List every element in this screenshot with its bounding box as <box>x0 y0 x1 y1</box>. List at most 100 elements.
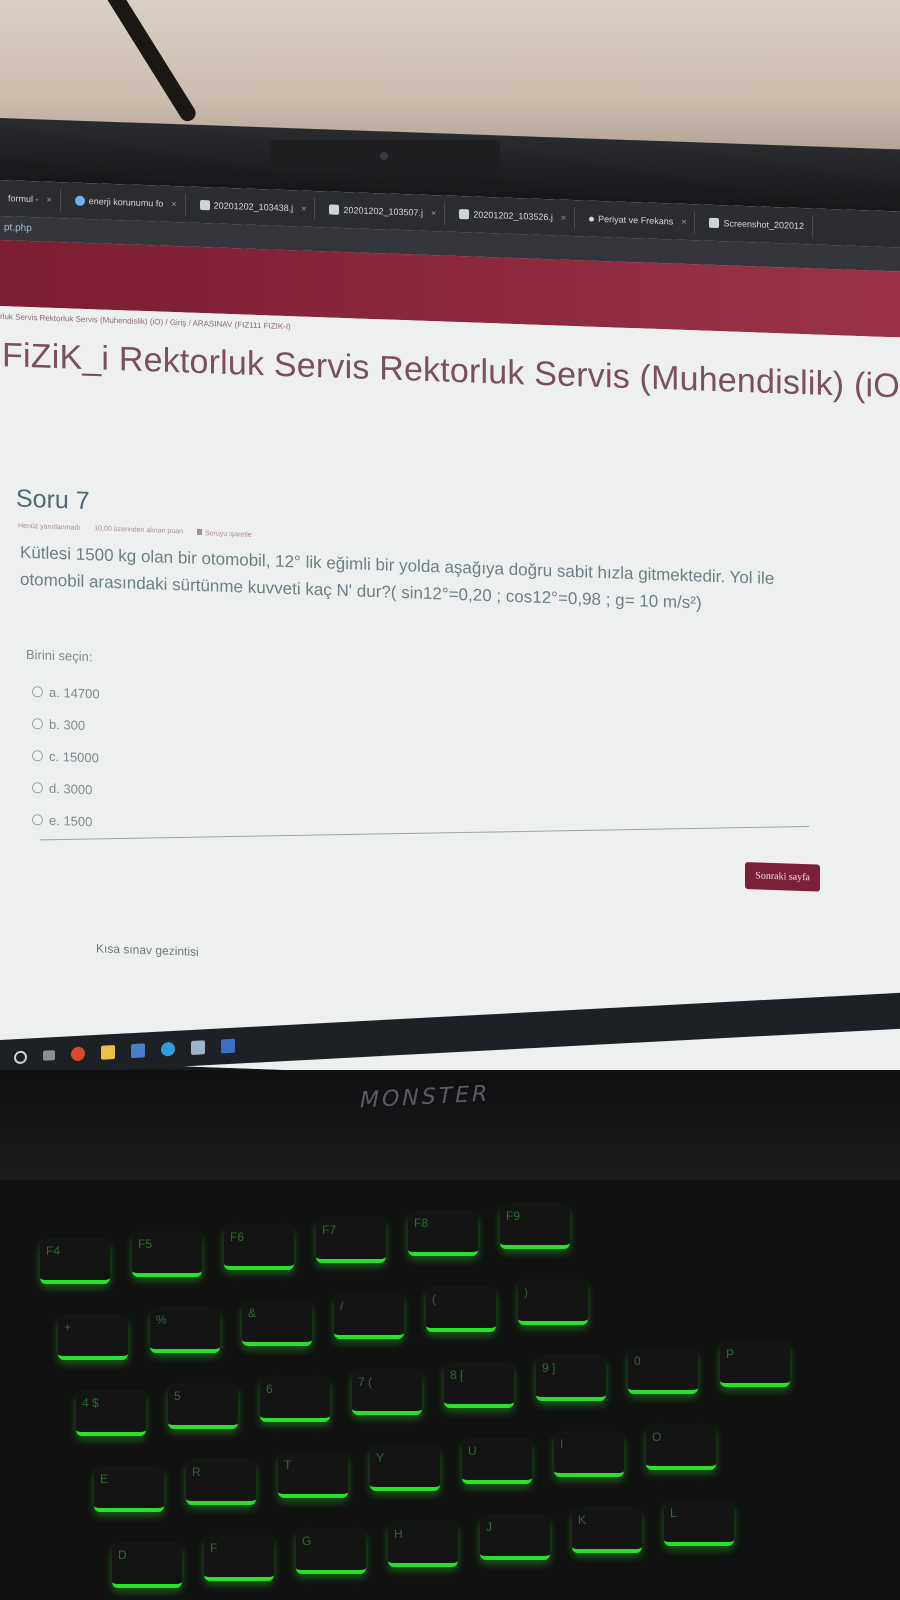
choose-one-label: Birini seçin: <box>26 646 93 665</box>
keyboard-key: ) <box>518 1281 588 1325</box>
keyboard-key: F <box>204 1537 274 1581</box>
option-label: e. 1500 <box>49 812 93 829</box>
word-icon[interactable] <box>221 1038 235 1054</box>
tab-label: enerji korunumu fo <box>88 196 164 209</box>
store-icon[interactable] <box>131 1043 145 1059</box>
divider <box>39 825 809 841</box>
radio-button[interactable] <box>32 685 43 698</box>
browser-tab[interactable]: 20201202_103438.j × <box>191 193 316 221</box>
document-icon <box>199 199 210 211</box>
search-icon[interactable] <box>14 1050 27 1064</box>
question-number: Soru 7 <box>16 484 90 516</box>
browser-tab[interactable]: 20201202_103507.j × <box>321 198 446 225</box>
tab-label: formul - <box>8 193 39 205</box>
keyboard-key: R <box>186 1461 256 1505</box>
keyboard-key: E <box>94 1468 164 1512</box>
option-label: d. 3000 <box>49 780 93 797</box>
webcam-icon <box>270 140 500 170</box>
keyboard-key: 4 $ <box>76 1392 146 1436</box>
browser-tab[interactable]: Screenshot_202012 <box>701 211 814 238</box>
document-icon <box>459 209 470 220</box>
option-label: c. 15000 <box>49 748 99 765</box>
question-points: 10,00 üzerinden alınan puan <box>94 525 184 536</box>
keyboard-key: + <box>58 1316 128 1360</box>
quiz-navigation-heading: Kısa sınav gezintisi <box>96 941 199 959</box>
keyboard-key: I <box>554 1433 624 1477</box>
keyboard-key: F5 <box>132 1233 202 1277</box>
task-view-icon[interactable] <box>43 1050 55 1061</box>
keyboard-key: G <box>296 1530 366 1574</box>
question-text: Kütlesi 1500 kg olan bir otomobil, 12° l… <box>20 542 775 613</box>
browser-tab[interactable]: 20201202_103526.j × <box>451 202 576 230</box>
keyboard-key: 9 ] <box>536 1357 606 1401</box>
keyboard-key: P <box>720 1343 790 1387</box>
close-icon[interactable]: × <box>681 217 686 227</box>
answer-option-c[interactable]: c. 15000 <box>32 739 100 773</box>
answer-options: a. 14700 b. 300 c. 15000 d. 3000 e. 1500 <box>32 675 100 837</box>
close-icon[interactable]: × <box>431 208 436 218</box>
answer-option-e[interactable]: e. 1500 <box>32 803 100 837</box>
browser-tab[interactable]: formul - × <box>0 187 61 212</box>
globe-icon <box>74 195 85 206</box>
keyboard-key: 0 <box>628 1350 698 1394</box>
keyboard-key: O <box>646 1426 716 1470</box>
radio-button[interactable] <box>32 749 43 762</box>
folder-icon[interactable] <box>101 1044 115 1060</box>
close-icon[interactable]: × <box>301 204 306 214</box>
keyboard-key: F6 <box>224 1226 294 1270</box>
tab-label: Screenshot_202012 <box>723 218 805 232</box>
flag-icon <box>197 528 203 536</box>
laptop-screen: formul - × enerji korunumu fo × 20201202_… <box>0 180 900 1092</box>
radio-button[interactable] <box>32 717 43 730</box>
tab-label: 20201202_103507.j <box>343 204 424 218</box>
backlit-keyboard: F4 F5 F6 F7 F8 F9 +% & / () 4 $ 5 6 7 (8 [9 ] 0 P E R T Y U I… <box>0 1180 900 1600</box>
close-icon[interactable]: × <box>171 199 176 209</box>
keyboard-key: 7 ( <box>352 1371 422 1415</box>
tab-label: 20201202_103438.j <box>213 200 294 214</box>
radio-button[interactable] <box>32 813 43 826</box>
tab-label: 20201202_103526.j <box>473 209 553 223</box>
keyboard-key: 6 <box>260 1378 330 1422</box>
mail-icon[interactable] <box>191 1040 205 1055</box>
question-status: Henüz yanıtlanmadı <box>18 522 81 532</box>
browser-tab[interactable]: Periyat ve Frekans × <box>581 207 696 234</box>
keyboard-key: H <box>388 1523 458 1567</box>
flag-question-link[interactable]: Soruyu işaretle <box>197 528 252 539</box>
page-content: rluk Servis Rektorluk Servis (Muhendisli… <box>0 306 900 1092</box>
keyboard-key: Y <box>370 1447 440 1491</box>
keyboard-key: 5 <box>168 1385 238 1429</box>
answer-option-a[interactable]: a. 14700 <box>32 675 100 709</box>
option-label: b. 300 <box>49 716 86 733</box>
question-info: Henüz yanıtlanmadı 10,00 üzerinden alına… <box>18 523 252 539</box>
page-title: FiZiK_i Rektorluk Servis Rektorluk Servi… <box>2 336 900 406</box>
answer-option-b[interactable]: b. 300 <box>32 707 100 741</box>
flag-label: Soruyu işaretle <box>205 530 252 539</box>
next-page-button[interactable]: Sonraki sayfa <box>745 862 820 892</box>
document-icon <box>709 217 720 229</box>
keyboard-key: J <box>480 1516 550 1560</box>
edge-icon[interactable] <box>161 1041 175 1057</box>
keyboard-key: 8 [ <box>444 1364 514 1408</box>
keyboard-key: F7 <box>316 1219 386 1263</box>
browser-tab[interactable]: enerji korunumu fo × <box>66 189 186 216</box>
keyboard-key: D <box>112 1544 182 1588</box>
keyboard-key: K <box>572 1509 642 1553</box>
keyboard-key: % <box>150 1309 220 1353</box>
radio-button[interactable] <box>32 781 43 794</box>
keyboard-key: ( <box>426 1288 496 1332</box>
keyboard-key: F4 <box>40 1240 110 1284</box>
close-icon[interactable]: × <box>561 213 566 223</box>
dot-icon <box>589 216 595 222</box>
answer-option-d[interactable]: d. 3000 <box>32 771 100 805</box>
keyboard-key: & <box>242 1302 312 1346</box>
option-label: a. 14700 <box>49 684 100 701</box>
keyboard-key: / <box>334 1295 404 1339</box>
document-icon <box>329 204 340 215</box>
keyboard-key: U <box>462 1440 532 1484</box>
close-icon[interactable]: × <box>47 195 52 205</box>
tab-label: Periyat ve Frekans <box>598 213 674 227</box>
keyboard-key: L <box>664 1502 734 1546</box>
chrome-icon[interactable] <box>71 1046 85 1062</box>
breadcrumb[interactable]: rluk Servis Rektorluk Servis (Muhendisli… <box>0 312 291 331</box>
keyboard-key: T <box>278 1454 348 1498</box>
